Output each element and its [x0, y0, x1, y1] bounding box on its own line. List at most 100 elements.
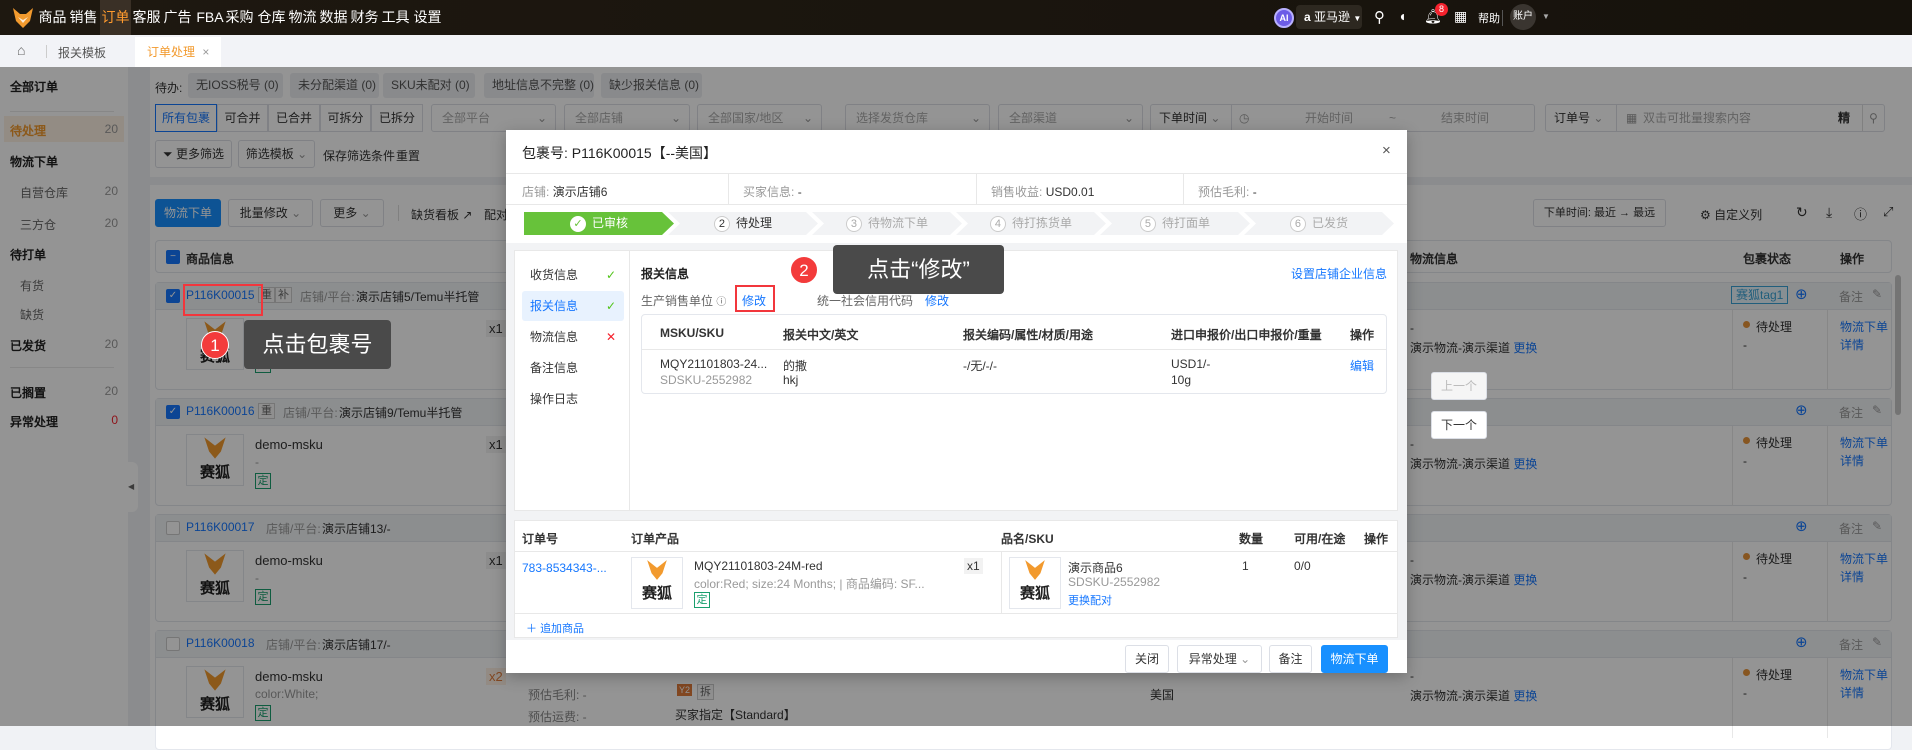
close-tab-icon[interactable]: ×: [202, 45, 209, 59]
nav-item[interactable]: 采购: [224, 0, 255, 35]
text-label: 报关信息: [530, 299, 579, 313]
modal-title: 包裹号: P116K00015【--美国】: [522, 145, 718, 161]
text-label: ✓: [569, 216, 586, 232]
tab-order-processing[interactable]: 订单处理 ×: [135, 37, 221, 67]
text-label: 待处理: [735, 216, 772, 230]
search-icon[interactable]: ⚲: [1374, 8, 1385, 26]
qty-badge: x1: [964, 558, 983, 574]
notification-badge: 8: [1435, 3, 1448, 16]
note-button[interactable]: 备注: [1269, 645, 1312, 673]
edit-customs-link[interactable]: 编辑: [1350, 357, 1374, 374]
divider: [46, 45, 47, 58]
layout-block: [515, 551, 1397, 552]
product-image: 赛狐: [631, 557, 683, 609]
help-link[interactable]: 帮助: [1478, 10, 1500, 26]
layout-block: [515, 613, 1397, 614]
marketplace-selector[interactable]: a 亚马逊 ▼: [1296, 5, 1362, 29]
close-button[interactable]: 关闭: [1125, 645, 1169, 673]
caret-down-icon: ▼: [1353, 14, 1362, 23]
home-icon[interactable]: ⌂: [17, 42, 25, 58]
guide-step-2-tooltip: 点击“修改”: [833, 245, 1004, 294]
layout-block: [1183, 174, 1184, 204]
highlight-package-id: [183, 284, 263, 316]
edit-credit-code-link[interactable]: 修改: [925, 292, 949, 309]
quantity: 1: [1242, 559, 1249, 573]
msku: MQY21101803-24...: [660, 357, 768, 371]
nav-item[interactable]: 工具: [380, 0, 411, 35]
ai-button[interactable]: AI: [1274, 8, 1294, 28]
account-avatar[interactable]: 账户: [1510, 4, 1536, 30]
col-qty: 数量: [1239, 532, 1264, 546]
text-label: 赛狐: [1019, 585, 1050, 602]
nav-item[interactable]: 销售: [68, 0, 99, 35]
guide-step-1-tooltip: 点击包裹号: [244, 320, 391, 369]
text-label: 店铺:: [522, 185, 550, 199]
nav-item[interactable]: 客服: [131, 0, 162, 35]
fox-logo-icon: [647, 560, 667, 580]
guide-step-1-number: 1: [201, 331, 229, 359]
top-nav: 商品 销售 订单 客服 广告 FBA 采购 仓库 物流 数据 财务 工具 设置 AI a 亚马逊 ▼ ⚲…: [0, 0, 1912, 35]
modal-nav-item[interactable]: 备注信息: [522, 353, 624, 383]
producer-label: 生产销售单位 ⓘ: [641, 292, 726, 309]
text-label: 物流信息: [530, 330, 579, 344]
nav-item[interactable]: 设置: [412, 0, 443, 35]
tab-customs-template[interactable]: 报关模板: [58, 44, 106, 61]
section-title: 报关信息: [641, 267, 690, 281]
progress-step: 4 待打拣货单: [956, 212, 1106, 235]
col-order-product: 订单产品: [631, 532, 680, 546]
info-field: 销售收益: USD0.01: [991, 183, 1094, 200]
rematch-link[interactable]: 更换配对: [1068, 592, 1112, 608]
marketplace-label: 亚马逊: [1314, 10, 1351, 24]
customs-en: hkj: [783, 373, 799, 387]
text-label: 销售收益:: [991, 185, 1043, 199]
col-customs-name: 报关中文/英文: [783, 328, 859, 342]
modal-nav-item[interactable]: 物流信息 ✕: [522, 322, 624, 352]
product-name: 演示商品6: [1068, 561, 1123, 575]
modal-nav-item[interactable]: 报关信息 ✓: [522, 291, 624, 321]
customs-code: -/无/-/-: [963, 359, 997, 373]
text-label: 4: [989, 216, 1006, 232]
layout-block: [1025, 560, 1045, 580]
layout-block: [506, 204, 1407, 205]
set-store-info-link[interactable]: 设置店铺企业信息: [1291, 265, 1387, 282]
col-op: 操作: [1364, 532, 1389, 546]
order-number-link[interactable]: 783-8534343-...: [522, 561, 607, 575]
modal-nav-item[interactable]: 操作日志: [522, 384, 624, 414]
nav-item[interactable]: 财务: [349, 0, 380, 35]
nav-item[interactable]: 数据: [318, 0, 349, 35]
col-price: 进口申报价/出口申报价/重量: [1171, 328, 1322, 342]
text-label: 待物流下单: [867, 216, 928, 230]
nav-item[interactable]: 物流: [287, 0, 318, 35]
nav-item[interactable]: 订单: [100, 0, 131, 35]
text-label: 待打拣货单: [1011, 216, 1072, 230]
package-detail-modal: 包裹号: P116K00015【--美国】 × 店铺: 演示店铺6 买家信息: -…: [506, 130, 1407, 673]
sku-image: 赛狐: [1009, 557, 1061, 609]
account-caret-icon[interactable]: ▼: [1542, 12, 1550, 21]
ship-order-button[interactable]: 物流下单: [1321, 645, 1388, 673]
exception-dropdown[interactable]: 异常处理 ⌄: [1177, 645, 1262, 673]
nav-item[interactable]: 广告: [162, 0, 193, 35]
headset-icon[interactable]: ◖: [1398, 8, 1406, 24]
info-field: 预估毛利: -: [1198, 183, 1257, 200]
nav-item[interactable]: FBA: [193, 0, 227, 35]
fixed-tag: 定: [694, 592, 710, 608]
layout-block: [728, 174, 729, 204]
layout-block: [976, 174, 977, 204]
tab-bar: ⌂ 报关模板 订单处理 ×: [0, 35, 1912, 67]
apps-grid-icon[interactable]: ▦: [1454, 8, 1467, 25]
nav-item[interactable]: 仓库: [256, 0, 287, 35]
prev-button[interactable]: 上一个: [1431, 372, 1487, 400]
fox-logo-icon[interactable]: [12, 7, 34, 29]
next-button[interactable]: 下一个: [1431, 411, 1487, 439]
col-available: 可用/在途: [1294, 532, 1346, 546]
add-product-link[interactable]: ＋ 追加商品: [526, 620, 584, 636]
tab-label: 订单处理: [147, 45, 196, 59]
nav-item[interactable]: 商品: [37, 0, 68, 35]
check-icon: ✓: [605, 299, 616, 313]
progress-step: ✓ 已审核: [524, 212, 674, 235]
product-msku: MQY21101803-24M-red: [694, 559, 823, 573]
text-label: 6: [1289, 216, 1306, 232]
modal-nav-item[interactable]: 收货信息 ✓: [522, 260, 624, 290]
credit-code-label: 统一社会信用代码: [817, 294, 914, 308]
close-modal-icon[interactable]: ×: [1382, 142, 1391, 159]
